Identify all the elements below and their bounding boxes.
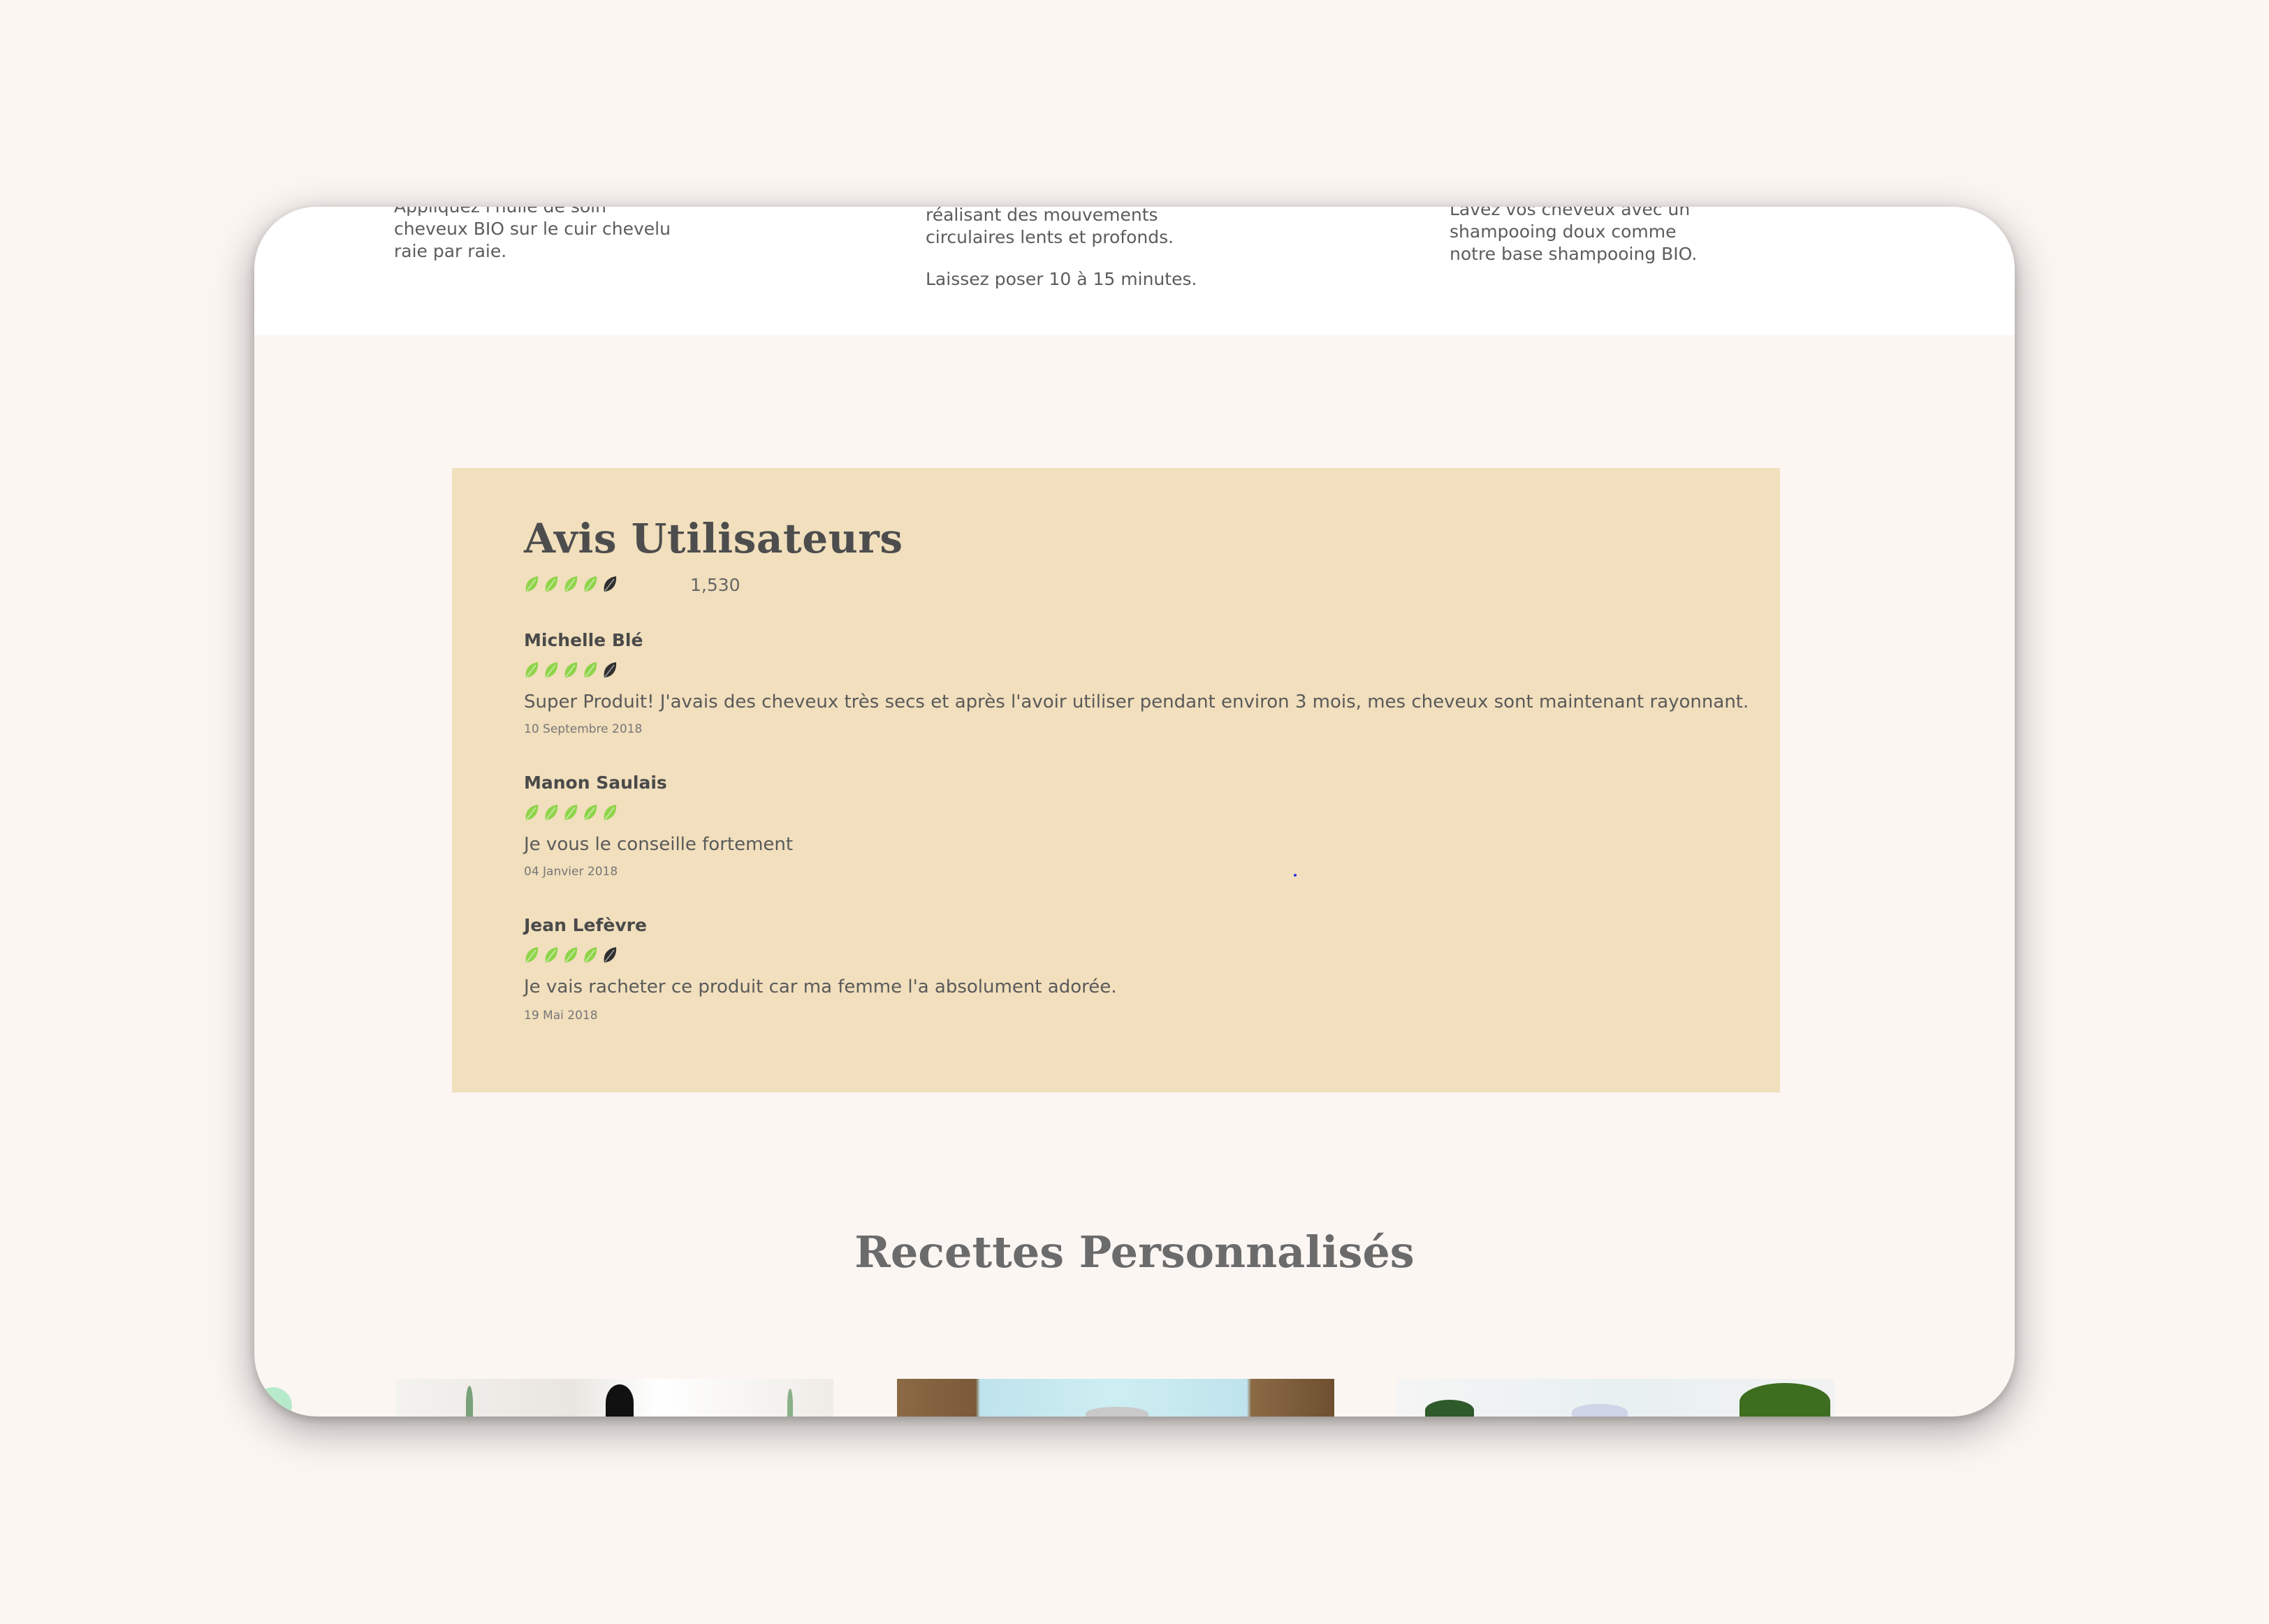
review-text: Je vais racheter ce produit car ma femme…	[524, 976, 1117, 997]
review-date: 04 Janvier 2018	[524, 865, 618, 879]
bowl-shape	[1572, 1404, 1628, 1417]
leaf-icon	[545, 576, 558, 592]
reviews-title: Avis Utilisateurs	[524, 515, 903, 562]
plant-leaf	[787, 1389, 793, 1417]
leaf-icon	[525, 662, 539, 678]
leaf-icon	[584, 576, 597, 592]
decorative-blob	[254, 1387, 292, 1417]
bottle-shape	[606, 1384, 634, 1417]
reviewer-name: Jean Lefèvre	[524, 915, 647, 935]
leaf-icon	[545, 947, 558, 963]
step-3-line-3: notre base shampooing BIO.	[1450, 244, 1698, 264]
review-date: 19 Mai 2018	[524, 1009, 598, 1023]
step-3-line-1: Lavez vos cheveux avec un	[1450, 207, 1691, 219]
leaf-icon	[564, 662, 578, 678]
plant-leaf	[466, 1386, 473, 1417]
leaf-icon	[564, 576, 578, 592]
herb-shape	[1425, 1400, 1474, 1417]
leaf-icon	[584, 662, 597, 678]
leaf-icon	[604, 805, 617, 820]
leaf-icon	[525, 805, 539, 820]
reviewer-name: Manon Saulais	[524, 773, 667, 793]
overall-rating	[524, 575, 618, 593]
recipe-card-image-1[interactable]	[396, 1379, 833, 1417]
step-1-line-2: cheveux BIO sur le cuir chevelu	[394, 219, 671, 239]
user-reviews-panel: Avis Utilisateurs 1,530 Michelle Blé Sup…	[452, 468, 1780, 1092]
leaf-icon	[525, 947, 539, 963]
review-rating	[524, 661, 618, 679]
step-2: réalisant des mouvements circulaires len…	[926, 207, 1219, 291]
review-text: Super Produit! J'avais des cheveux très …	[524, 692, 1749, 712]
cursor-dot	[1294, 874, 1297, 877]
leaf-icon	[584, 947, 597, 963]
review-rating	[524, 803, 618, 821]
step-3-line-2: shampooing doux comme	[1450, 221, 1677, 242]
recipes-title: Recettes Personnalisés	[854, 1227, 1415, 1278]
step-1-line-3: raie par raie.	[394, 241, 507, 261]
review-rating	[524, 946, 618, 964]
leaf-icon	[604, 576, 617, 592]
leaf-icon	[604, 662, 617, 678]
reviewer-name: Michelle Blé	[524, 630, 643, 650]
review-date: 10 Septembre 2018	[524, 722, 643, 736]
step-2-line-2: circulaires lents et profonds.	[926, 227, 1174, 247]
recipe-card-image-3[interactable]	[1397, 1379, 1834, 1417]
jar-shape	[1086, 1407, 1148, 1417]
leaf-icon	[584, 805, 597, 820]
leaf-icon	[545, 805, 558, 820]
leaf-icon	[604, 947, 617, 963]
step-1: Appliquez l'huile de soin cheveux BIO su…	[394, 207, 687, 263]
review-count: 1,530	[690, 575, 740, 595]
step-2-line-1: réalisant des mouvements	[926, 207, 1158, 225]
recipe-card-image-2[interactable]	[897, 1379, 1334, 1417]
leaf-icon	[545, 662, 558, 678]
steps-section: Appliquez l'huile de soin cheveux BIO su…	[254, 207, 2015, 335]
leaf-icon	[564, 947, 578, 963]
step-2-extra: Laissez poser 10 à 15 minutes.	[926, 269, 1197, 289]
leaf-icon	[525, 576, 539, 592]
avocado-shape	[1739, 1383, 1830, 1417]
browser-viewport: Appliquez l'huile de soin cheveux BIO su…	[254, 207, 2015, 1417]
leaf-icon	[564, 805, 578, 820]
step-1-line-1: Appliquez l'huile de soin	[394, 207, 687, 218]
review-text: Je vous le conseille fortement	[524, 834, 794, 855]
step-3: Lavez vos cheveux avec un shampooing dou…	[1450, 207, 1743, 265]
